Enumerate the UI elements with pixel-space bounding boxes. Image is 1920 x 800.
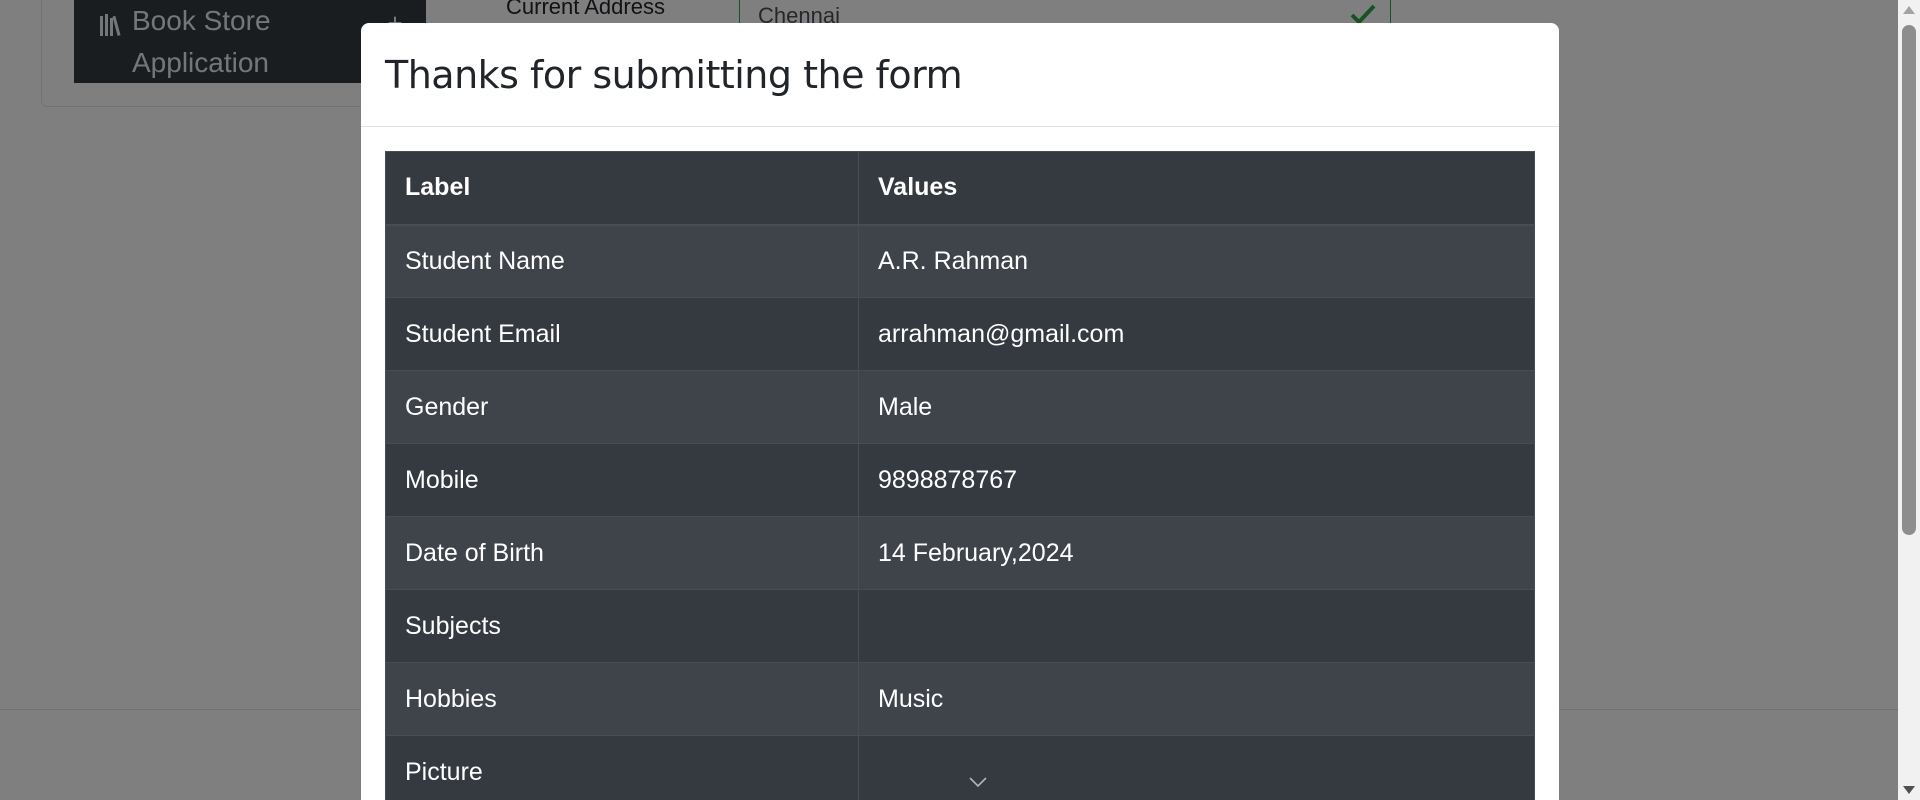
- header-label: Label: [385, 151, 859, 226]
- submission-table: Label Values Student Name A.R. Rahman St…: [385, 151, 1535, 800]
- chevron-down-icon[interactable]: [968, 776, 988, 788]
- row-value: A.R. Rahman: [858, 224, 1535, 298]
- row-label: Mobile: [385, 443, 859, 517]
- row-value: Music: [858, 662, 1535, 736]
- table-row: Mobile 9898878767: [385, 443, 1535, 517]
- modal-body: Label Values Student Name A.R. Rahman St…: [361, 127, 1559, 800]
- table-row: Student Name A.R. Rahman: [385, 224, 1535, 298]
- row-value: 9898878767: [858, 443, 1535, 517]
- row-label: Subjects: [385, 589, 859, 663]
- scroll-up-icon[interactable]: [1903, 6, 1915, 14]
- row-value: 14 February,2024: [858, 516, 1535, 590]
- modal-title: Thanks for submitting the form: [385, 53, 963, 97]
- table-row: Picture: [385, 735, 1535, 800]
- row-value: [858, 735, 1535, 800]
- table-row: Gender Male: [385, 370, 1535, 444]
- scrollbar-thumb[interactable]: [1902, 25, 1916, 535]
- row-label: Hobbies: [385, 662, 859, 736]
- table-row: Subjects: [385, 589, 1535, 663]
- scroll-down-icon[interactable]: [1903, 786, 1915, 794]
- row-value: arrahman@gmail.com: [858, 297, 1535, 371]
- row-label: Picture: [385, 735, 859, 800]
- submission-modal: Thanks for submitting the form Label Val…: [361, 23, 1559, 800]
- row-value: Male: [858, 370, 1535, 444]
- table-header-row: Label Values: [385, 151, 1535, 226]
- header-values: Values: [858, 151, 1535, 226]
- row-value: [858, 589, 1535, 663]
- row-label: Student Email: [385, 297, 859, 371]
- modal-header: Thanks for submitting the form: [361, 23, 1559, 127]
- table-row: Date of Birth 14 February,2024: [385, 516, 1535, 590]
- row-label: Student Name: [385, 224, 859, 298]
- row-label: Gender: [385, 370, 859, 444]
- row-label: Date of Birth: [385, 516, 859, 590]
- table-row: Hobbies Music: [385, 662, 1535, 736]
- page-scrollbar[interactable]: [1898, 0, 1920, 800]
- table-row: Student Email arrahman@gmail.com: [385, 297, 1535, 371]
